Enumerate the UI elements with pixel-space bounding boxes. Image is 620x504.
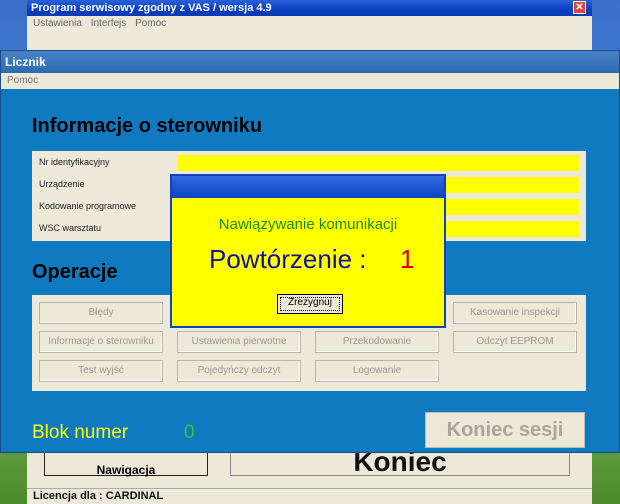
kasowanie-inspekcji-button[interactable]: Kasowanie inspekcji [453,302,577,324]
licznik-menu-bar: Pomoc [1,73,619,89]
info-label-urzadzenie: Urządzenie [39,179,85,189]
close-icon[interactable]: ✕ [573,1,586,14]
dialog-message: Nawiązywanie komunikacji [218,216,398,233]
license-label: Licencja dla : CARDINAL [27,488,592,504]
odczyt-eeprom-button[interactable]: Odczyt EEPROM [453,331,577,353]
info-label-nr: Nr identyfikacyjny [39,157,110,167]
ops-section-title: Operacje [32,261,118,283]
main-window-title: Program serwisowy zgodny z VAS / wersja … [31,2,272,14]
info-label-kodowanie: Kodowanie programowe [39,201,137,211]
repeat-value: 1 [400,244,415,274]
blok-numer-value: 0 [184,422,195,443]
logowanie-button[interactable]: Logowanie [315,360,439,382]
main-menu-bar: Ustawienia Interfejs Pomoc [27,16,592,32]
info-value-nr [177,155,579,171]
licznik-titlebar[interactable]: Licznik [1,51,619,73]
menu-pomoc[interactable]: Pomoc [135,18,166,29]
menu-pomoc-licznik[interactable]: Pomoc [7,75,38,86]
ustawienia-pierwotne-button[interactable]: Ustawienia pierwotne [177,331,301,353]
informacje-o-sterowniku-button[interactable]: Informacje o sterowniku [39,331,163,353]
info-label-wsc: WSC warsztatu [39,223,102,233]
main-window-titlebar[interactable]: Program serwisowy zgodny z VAS / wersja … [27,0,592,16]
pojedynczy-odczyt-button[interactable]: Pojedyńczy odczyt [177,360,301,382]
dialog-titlebar[interactable] [172,176,444,198]
info-section-title: Informacje o sterowniku [32,115,263,137]
blok-numer-label: Blok numer [32,422,129,443]
test-wyjsc-button[interactable]: Test wyjść [39,360,163,382]
przekodowanie-button[interactable]: Przekodowanie [315,331,439,353]
nawigacja-button[interactable]: Nawigacja [44,450,208,477]
repeat-label: Powtórzenie : [209,244,367,274]
bledy-button[interactable]: Błędy [39,302,163,324]
info-row-nr: Nr identyfikacyjny [32,153,586,173]
koniec-sesji-button[interactable]: Koniec sesji [425,412,585,448]
communication-dialog: Nawiązywanie komunikacji Powtórzenie : 1… [170,174,446,328]
menu-interfejs[interactable]: Interfejs [91,18,127,29]
menu-ustawienia[interactable]: Ustawienia [33,18,82,29]
licznik-title: Licznik [5,55,46,69]
zrezygnuj-button[interactable]: Zrezygnuj [277,294,343,314]
